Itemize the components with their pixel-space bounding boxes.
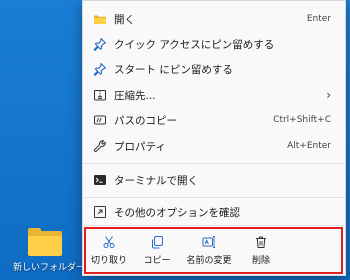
rename-icon: [202, 234, 216, 248]
context-menu: 開く Enter クイック アクセスにピン留めする スタート にピン留めする 圧…: [82, 0, 346, 276]
pin-icon: [93, 37, 107, 51]
scissors-icon: [102, 234, 116, 248]
pin-icon: [93, 62, 107, 76]
menu-item-label: プロパティ: [114, 140, 166, 153]
trash-icon: [254, 234, 268, 248]
cut-label: 切り取り: [90, 256, 127, 266]
quick-action-bar: 切り取り コピー 名前の変更 削除: [83, 229, 345, 271]
menu-item-label: パスのコピー: [114, 114, 177, 127]
delete-label: 削除: [251, 256, 270, 266]
desktop-folder-label: 新しいフォルダー: [13, 263, 86, 273]
menu-separator: [83, 225, 345, 226]
copy-label: コピー: [143, 256, 171, 266]
menu-item-properties[interactable]: プロパティ Alt+Enter: [83, 134, 345, 158]
archive-icon: [93, 88, 107, 102]
menu-item-shortcut: Alt+Enter: [287, 141, 331, 151]
copy-button[interactable]: コピー: [133, 229, 181, 269]
copy-path-icon: [93, 113, 107, 127]
folder-open-icon: [93, 12, 107, 26]
menu-item-copy-path[interactable]: パスのコピー Ctrl+Shift+C: [83, 108, 345, 132]
menu-item-label: スタート にピン留めする: [114, 63, 233, 76]
menu-item-label: ターミナルで開く: [114, 174, 198, 187]
copy-icon: [150, 234, 164, 249]
menu-separator: [83, 163, 345, 164]
delete-button[interactable]: 削除: [237, 229, 285, 269]
menu-item-pin-start[interactable]: スタート にピン留めする: [83, 57, 345, 81]
desktop: 新しいフォルダー 開く Enter クイック アクセスにピン留めする スタート …: [0, 0, 350, 280]
menu-item-pin-quick-access[interactable]: クイック アクセスにピン留めする: [83, 32, 345, 56]
rename-button[interactable]: 名前の変更: [181, 229, 237, 269]
menu-item-label: 開く: [114, 13, 135, 26]
rename-label: 名前の変更: [186, 256, 232, 266]
more-options-icon: [93, 205, 107, 219]
wrench-icon: [93, 139, 107, 153]
menu-item-shortcut: Ctrl+Shift+C: [273, 115, 331, 125]
menu-item-label: 圧縮先...: [114, 89, 156, 102]
menu-item-label: その他のオプションを確認: [114, 206, 240, 219]
chevron-right-icon: ›: [326, 88, 331, 102]
menu-item-shortcut: Enter: [306, 14, 331, 24]
menu-item-open[interactable]: 開く Enter: [83, 7, 345, 31]
cut-button[interactable]: 切り取り: [85, 229, 133, 269]
menu-item-compress-to[interactable]: 圧縮先... ›: [83, 83, 345, 107]
menu-item-label: クイック アクセスにピン留めする: [114, 38, 275, 51]
menu-separator: [83, 197, 345, 198]
desktop-folder[interactable]: 新しいフォルダー: [13, 228, 86, 273]
terminal-icon: [93, 173, 107, 187]
menu-item-show-more-options[interactable]: その他のオプションを確認: [83, 200, 345, 224]
folder-icon: [28, 228, 62, 256]
menu-item-open-terminal[interactable]: ターミナルで開く: [83, 168, 345, 192]
